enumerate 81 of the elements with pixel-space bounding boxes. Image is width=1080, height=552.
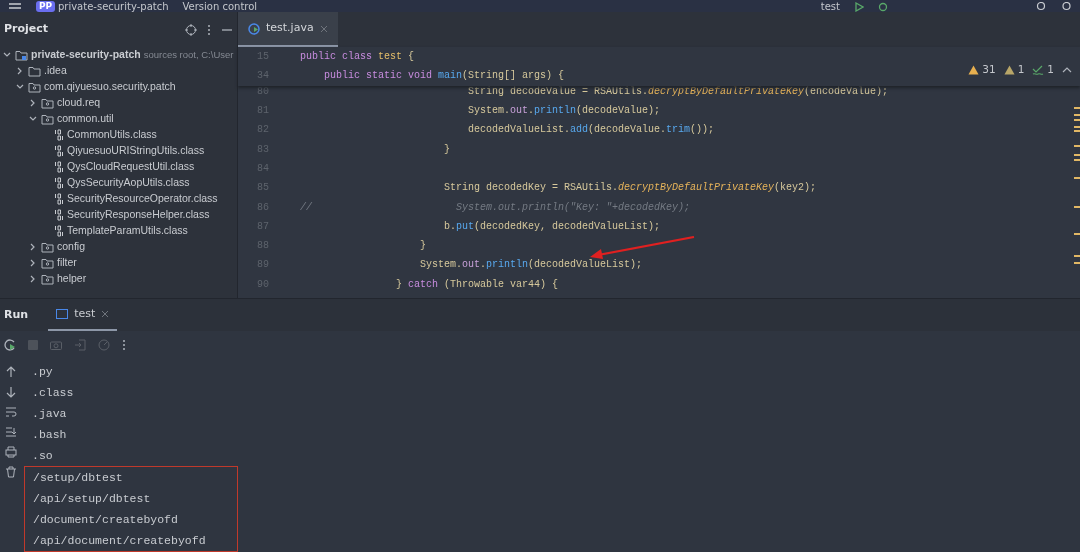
console-line: .so xyxy=(31,447,54,464)
rerun-icon[interactable] xyxy=(4,338,16,351)
code-line: b.put(decodedKey, decodedValueList); xyxy=(443,219,661,234)
run-config[interactable]: test xyxy=(820,1,840,12)
binary-class-icon xyxy=(54,145,64,157)
soft-wrap-icon[interactable] xyxy=(5,406,17,418)
trash-icon[interactable] xyxy=(5,466,17,478)
warning-icon[interactable] xyxy=(968,64,980,75)
code-line: String decodedKey = RSAUtils.decryptByDefaultPrivateKey(key2); xyxy=(443,181,817,196)
typo-count[interactable]: 1 xyxy=(1047,62,1054,78)
code-line: public class test { xyxy=(299,50,415,65)
code-line: } xyxy=(419,239,427,254)
code-line: public static void main(String[] args) { xyxy=(323,69,565,84)
package-folder-icon xyxy=(41,257,54,269)
arrow-up-icon[interactable] xyxy=(5,366,17,378)
tree-item-label[interactable]: .idea xyxy=(44,63,67,79)
tree-item-label[interactable]: QiyuesuoURIStringUtils.class xyxy=(67,143,205,159)
tree-item-label[interactable]: QysCloudRequestUtil.class xyxy=(67,159,195,175)
arrow-down-icon[interactable] xyxy=(5,386,17,398)
panel-title[interactable]: Project xyxy=(4,21,49,38)
console-line: /api/document/createbyofd xyxy=(32,532,207,549)
binary-class-icon xyxy=(54,209,64,221)
binary-class-icon xyxy=(54,129,64,141)
console-icon xyxy=(56,309,69,319)
close-icon[interactable] xyxy=(101,310,110,318)
tree-item-label[interactable]: filter xyxy=(57,255,77,271)
target-icon[interactable] xyxy=(185,23,197,36)
tree-item-label[interactable]: SecurityResourceOperator.class xyxy=(67,191,218,207)
code-line: System.out.println(decodedValueList); xyxy=(419,258,643,273)
code-line: decodedValueList.add(decodeValue.trim()); xyxy=(467,123,715,138)
binary-class-icon xyxy=(54,161,64,173)
tree-item-label[interactable]: QysSecurityAopUtils.class xyxy=(67,175,190,191)
package-folder-icon xyxy=(28,81,41,93)
package-folder-icon xyxy=(41,97,54,109)
package-folder-icon xyxy=(41,113,54,125)
code-line: System.out.println(decodeValue); xyxy=(467,104,661,119)
tree-item-label[interactable]: CommonUtils.class xyxy=(67,127,157,143)
typo-check-icon[interactable] xyxy=(1032,64,1045,75)
code-line: } catch (Throwable var44) { xyxy=(395,277,559,292)
vcs-menu[interactable]: Version control xyxy=(182,1,258,12)
tree-item-label[interactable]: common.util xyxy=(57,111,114,127)
tree-item-label[interactable]: private-security-patch xyxy=(31,47,141,63)
package-folder-icon xyxy=(41,273,54,285)
code-line: String decodeValue = RSAUtils.decryptByDefaultPrivateKey(encodeValue); xyxy=(467,84,889,99)
warning-count[interactable]: 31 xyxy=(982,62,996,78)
weak-warning-count[interactable]: 1 xyxy=(1017,62,1025,78)
module-folder-icon xyxy=(15,49,28,61)
folder-icon xyxy=(28,65,41,77)
code-line: // System.out.println("Key: "+decodedKey); xyxy=(299,200,691,215)
tree-item-hint: sources root, C:\User xyxy=(143,47,234,62)
console-line: /document/createbyofd xyxy=(32,511,179,528)
class-run-icon xyxy=(248,22,260,35)
menu-dots-icon[interactable] xyxy=(207,23,211,36)
panel-title[interactable]: Run xyxy=(4,306,29,324)
tree-item-label[interactable]: TemplateParamUtils.class xyxy=(67,223,188,239)
console-line: .bash xyxy=(31,426,68,443)
run-tab[interactable]: test xyxy=(48,299,118,331)
package-folder-icon xyxy=(41,241,54,253)
project-name[interactable]: private-security-patch xyxy=(57,1,169,12)
editor-tab[interactable]: test.java xyxy=(238,12,338,47)
code-line: } xyxy=(443,142,451,157)
binary-class-icon xyxy=(54,177,64,189)
menu-icon[interactable] xyxy=(8,2,22,12)
console-line: /setup/dbtest xyxy=(32,469,124,486)
tree-item-label[interactable]: SecurityResponseHelper.class xyxy=(67,207,210,223)
binary-class-icon xyxy=(54,193,64,205)
tree-item-label[interactable]: helper xyxy=(57,271,87,287)
tree-item-label[interactable]: config xyxy=(57,239,86,255)
console-line: .py xyxy=(31,363,54,380)
console-line: /api/setup/dbtest xyxy=(32,490,152,507)
weak-warning-icon[interactable] xyxy=(1003,64,1015,75)
console-line: .class xyxy=(31,384,75,401)
run-icon[interactable] xyxy=(854,2,864,12)
print-icon[interactable] xyxy=(5,446,17,458)
tree-item-label[interactable]: com.qiyuesuo.security.patch xyxy=(44,79,176,95)
tree-item-label[interactable]: cloud.req xyxy=(57,95,101,111)
binary-class-icon xyxy=(54,225,64,237)
scroll-to-end-icon[interactable] xyxy=(5,426,17,438)
project-badge: PP xyxy=(36,1,56,12)
console-line: .java xyxy=(31,405,68,422)
menu-dots-icon[interactable] xyxy=(122,338,126,351)
